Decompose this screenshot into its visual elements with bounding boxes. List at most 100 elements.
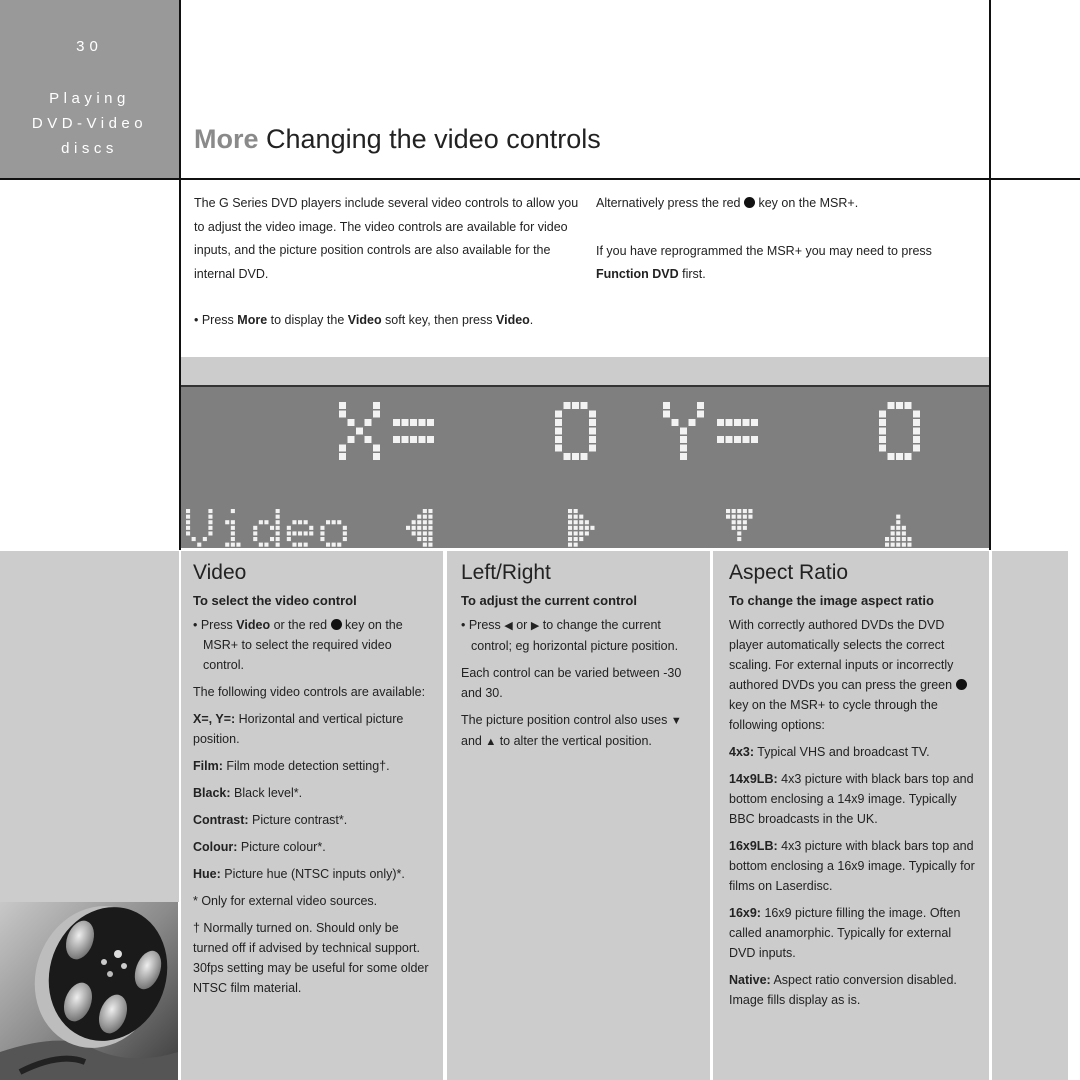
lcd-char — [410, 436, 417, 443]
lcd-label-char — [264, 520, 269, 525]
down-arrow-icon — [748, 509, 753, 514]
lcd-char — [427, 419, 434, 426]
right-arrow-icon — [579, 514, 584, 519]
lcd-char — [879, 427, 886, 435]
lcd-char — [555, 419, 562, 426]
up-arrow-icon — [907, 537, 912, 542]
lcd-char — [725, 419, 733, 426]
down-arrow-icon — [726, 514, 731, 519]
left-arrow-icon — [428, 542, 433, 547]
right-arrow-icon — [584, 531, 589, 536]
left-arrow-icon — [411, 531, 416, 536]
lcd-char — [364, 436, 372, 443]
section-line: Playing — [49, 90, 130, 107]
left-arrow-icon — [422, 520, 427, 525]
text: Alternatively press the red — [596, 196, 744, 210]
left-arrow-icon — [428, 520, 433, 525]
up-arrow-icon — [896, 520, 901, 525]
lcd-label-char — [230, 520, 235, 525]
lcd-label-char — [320, 531, 325, 536]
description: Picture contrast*. — [248, 813, 348, 827]
column-heading: Video — [193, 561, 247, 584]
lcd-char — [410, 419, 417, 426]
right-arrow-icon — [584, 520, 589, 525]
left-arrow-icon — [422, 514, 427, 519]
down-arrow-icon — [731, 520, 736, 525]
keyword: Video — [236, 618, 271, 632]
lcd-char — [401, 436, 409, 443]
green-key-icon — [955, 679, 967, 690]
lcd-label-char — [292, 542, 297, 547]
down-arrow-icon — [742, 520, 747, 525]
lcd-char — [339, 444, 346, 452]
keyword: Function DVD — [596, 267, 679, 281]
up-arrow-icon — [890, 537, 895, 542]
keyword: Video — [347, 313, 382, 327]
definition-item: 14x9LB: 4x3 picture with black bars top … — [729, 769, 977, 829]
right-arrow-icon — [584, 525, 589, 530]
left-arrow-icon — [417, 537, 422, 542]
up-arrow-icon — [896, 514, 901, 519]
text: With correctly authored DVDs the DVD pla… — [729, 618, 956, 692]
up-arrow-icon — [885, 537, 890, 542]
down-arrow-icon — [748, 514, 753, 519]
lcd-char — [717, 419, 724, 426]
lcd-char — [734, 436, 741, 443]
right-arrow-icon — [568, 525, 573, 530]
lcd-char — [373, 444, 380, 452]
lcd-char — [555, 444, 562, 452]
text: • Press — [193, 618, 237, 632]
lcd-char — [580, 402, 588, 409]
page-title: More Changing the video controls — [194, 124, 601, 155]
lcd-char — [555, 410, 562, 418]
film-reel-icon — [0, 902, 178, 1080]
intro-paragraph: The G Series DVD players include several… — [194, 196, 579, 281]
lcd-char — [879, 444, 886, 452]
lcd-char — [589, 444, 596, 452]
up-arrow-icon — [901, 531, 906, 536]
section-name: Playing DVD-Video discs — [0, 86, 179, 161]
lcd-char — [896, 453, 903, 460]
left-margin-panel — [0, 551, 179, 902]
lcd-label-char — [208, 520, 213, 525]
lcd-dot-matrix — [186, 402, 920, 547]
column-subheading: To change the image aspect ratio — [729, 593, 934, 608]
text: The following video controls are availab… — [193, 685, 426, 699]
right-arrow-icon — [573, 509, 578, 514]
right-arrow-icon — [579, 531, 584, 536]
right-arrow-icon — [568, 509, 573, 514]
lcd-label-char — [258, 542, 263, 547]
text: soft key, then press — [381, 313, 496, 327]
lcd-label-char — [309, 531, 314, 536]
lcd-char — [589, 427, 596, 435]
lcd-char — [401, 419, 409, 426]
lcd-label-char — [186, 531, 191, 536]
lcd-label-char — [286, 537, 291, 542]
definition-item: Native: Aspect ratio conversion disabled… — [729, 970, 977, 1010]
column-aspect-ratio: Aspect Ratio To change the image aspect … — [713, 551, 989, 1080]
term: 16x9: — [729, 906, 761, 920]
definition-item: Contrast: Picture contrast*. — [193, 810, 431, 830]
down-arrow-icon — [742, 514, 747, 519]
left-arrow-icon — [417, 520, 422, 525]
left-arrow-icon: ◀ — [504, 620, 513, 632]
left-arrow-icon — [422, 525, 427, 530]
lcd-char — [555, 436, 562, 443]
lcd-label-char — [253, 531, 258, 536]
right-arrow-icon — [579, 520, 584, 525]
text: Each control can be varied between -30 a… — [461, 666, 682, 700]
up-arrow-icon: ▲ — [485, 736, 497, 748]
left-arrow-icon — [417, 531, 422, 536]
up-arrow-icon — [907, 542, 912, 547]
right-arrow-icon — [590, 525, 595, 530]
down-arrow-icon — [731, 525, 736, 530]
lcd-label-char — [270, 537, 275, 542]
lcd-char — [393, 436, 400, 443]
lcd-char — [725, 436, 733, 443]
term: Native: — [729, 973, 771, 987]
lcd-char — [373, 410, 380, 418]
term: Colour: — [193, 840, 238, 854]
lcd-char — [697, 402, 704, 409]
column-heading: Left/Right — [461, 561, 551, 584]
lcd-label-char — [230, 531, 235, 536]
